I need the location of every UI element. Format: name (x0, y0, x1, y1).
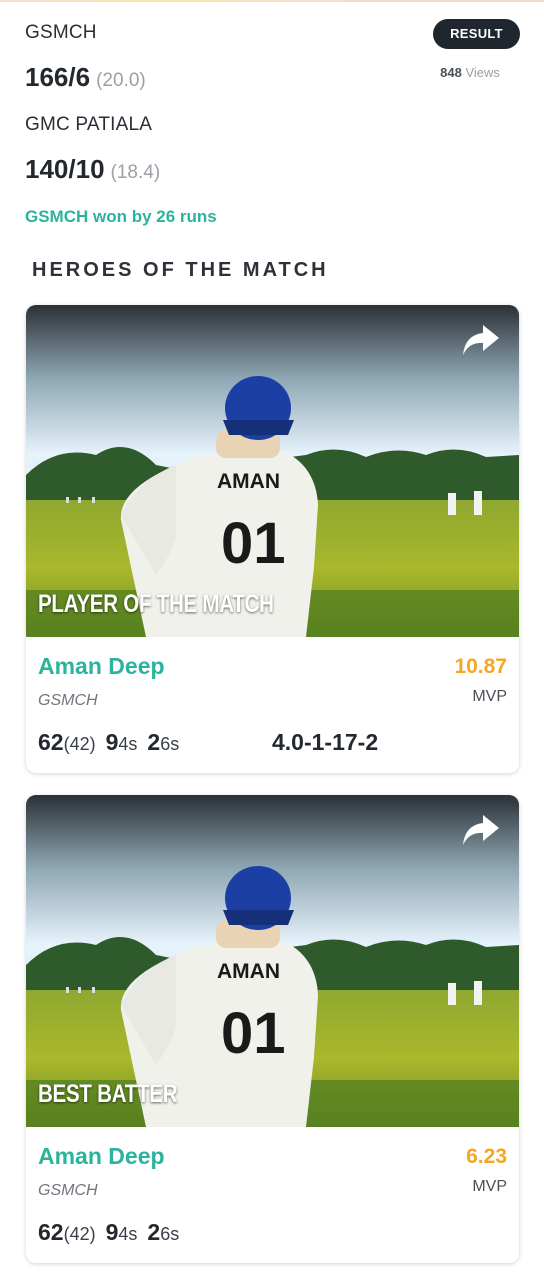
batting-stats: 62(42) 94s 26s (38, 729, 180, 755)
share-arrow-icon[interactable] (461, 323, 501, 357)
player-team: GSMCH (38, 1182, 98, 1199)
share-arrow-icon[interactable] (461, 813, 501, 847)
jersey-number-text: 01 (221, 1001, 286, 1066)
jersey-number-text: 01 (221, 511, 286, 576)
team2-score: 140/10 (18.4) (25, 154, 161, 184)
team2-name: GMC PATIALA (25, 114, 153, 135)
player-team: GSMCH (38, 692, 98, 709)
top-accent-line (0, 0, 544, 2)
hero-card-player-of-match[interactable]: AMAN 01 PLAYER OF THE MATCH Aman Deep GS… (26, 305, 519, 773)
mvp-value: 10.87 (454, 655, 507, 678)
team1-overs: (20.0) (96, 70, 146, 91)
mvp-value: 6.23 (466, 1145, 507, 1168)
team2-overs: (18.4) (110, 162, 161, 183)
mvp-label: MVP (472, 688, 507, 705)
team1-name: GSMCH (25, 22, 97, 43)
award-title: BEST BATTER (38, 1080, 178, 1108)
player-photo: AMAN 01 PLAYER OF THE MATCH (26, 305, 519, 637)
player-name[interactable]: Aman Deep (38, 653, 165, 680)
views-count: 848 Views (440, 65, 500, 80)
player-name[interactable]: Aman Deep (38, 1143, 165, 1170)
result-badge[interactable]: RESULT (433, 19, 520, 49)
team1-score: 166/6 (20.0) (25, 62, 146, 92)
player-photo: AMAN 01 BEST BATTER (26, 795, 519, 1127)
hero-card-best-batter[interactable]: AMAN 01 BEST BATTER Aman Deep GSMCH 6.23… (26, 795, 519, 1263)
batting-stats: 62(42) 94s 26s (38, 1219, 180, 1245)
award-title: PLAYER OF THE MATCH (38, 590, 274, 618)
jersey-name-text: AMAN (217, 470, 280, 493)
match-result-text: GSMCH won by 26 runs (25, 207, 217, 226)
bowling-figures: 4.0-1-17-2 (272, 729, 379, 755)
section-title: HEROES OF THE MATCH (32, 259, 329, 281)
jersey-name-text: AMAN (217, 960, 280, 983)
mvp-label: MVP (472, 1178, 507, 1195)
